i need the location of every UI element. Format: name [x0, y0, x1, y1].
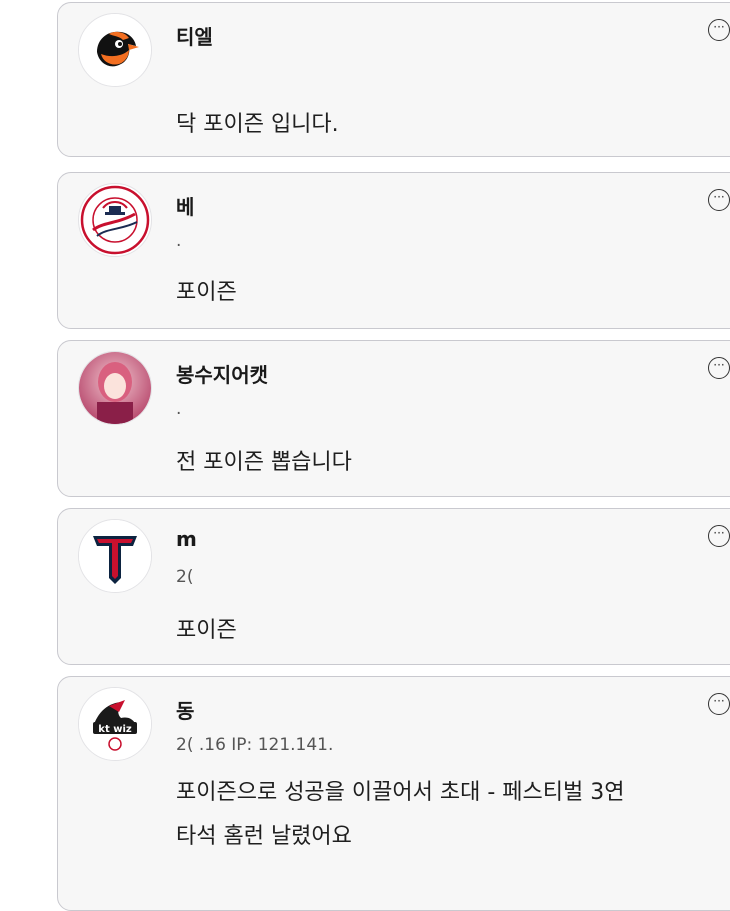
t-shield-logo-icon [79, 520, 151, 592]
comment-meta: . [176, 399, 182, 419]
comment-card: kt wiz 동 2( .16 IP: 121.141. ··· 포이즌으로 성… [57, 676, 730, 911]
more-options-icon[interactable]: ··· [708, 357, 730, 379]
avatar[interactable] [78, 13, 152, 87]
username[interactable]: m [176, 527, 197, 551]
comment-card: 티엘 ··· 닥 포이즌 입니다. [57, 2, 730, 157]
comment-card: 베 . ··· 포이즌 [57, 172, 730, 329]
comment-text-line: 포이즌으로 성공을 이끌어서 초대 - 페스티벌 3연 [176, 780, 625, 805]
comment-meta: 2( .16 IP: 121.141. [176, 735, 334, 755]
kt-wiz-logo-text: kt wiz [98, 724, 132, 735]
comment-text: 전 포이즌 뽑습니다 [176, 450, 352, 475]
comment-text: 닥 포이즌 입니다. [176, 112, 339, 137]
avatar[interactable]: kt wiz [78, 687, 152, 761]
comment-text-line: 타석 홈런 날렸어요 [176, 824, 352, 849]
more-options-icon[interactable]: ··· [708, 693, 730, 715]
comment-meta: . [176, 231, 182, 251]
more-options-icon[interactable]: ··· [708, 525, 730, 547]
avatar[interactable] [78, 519, 152, 593]
username[interactable]: 티엘 [176, 21, 213, 50]
avatar[interactable] [78, 351, 152, 425]
comment-card: m 2( ··· 포이즌 [57, 508, 730, 665]
username[interactable]: 봉수지어캣 [176, 359, 268, 388]
comment-card: 봉수지어캣 . ··· 전 포이즌 뽑습니다 [57, 340, 730, 497]
profile-photo [79, 352, 151, 424]
more-options-icon[interactable]: ··· [708, 189, 730, 211]
username[interactable]: 베 [176, 191, 194, 220]
comment-text: 포이즌 [176, 618, 237, 643]
avatar[interactable] [78, 183, 152, 257]
yankees-logo-icon [80, 185, 150, 255]
comment-meta: 2( [176, 567, 194, 587]
kt-wiz-logo-icon: kt wiz [79, 688, 151, 760]
orioles-bird-icon [79, 14, 151, 86]
comment-text: 포이즌 [176, 280, 237, 305]
username[interactable]: 동 [176, 695, 194, 724]
more-options-icon[interactable]: ··· [708, 19, 730, 41]
